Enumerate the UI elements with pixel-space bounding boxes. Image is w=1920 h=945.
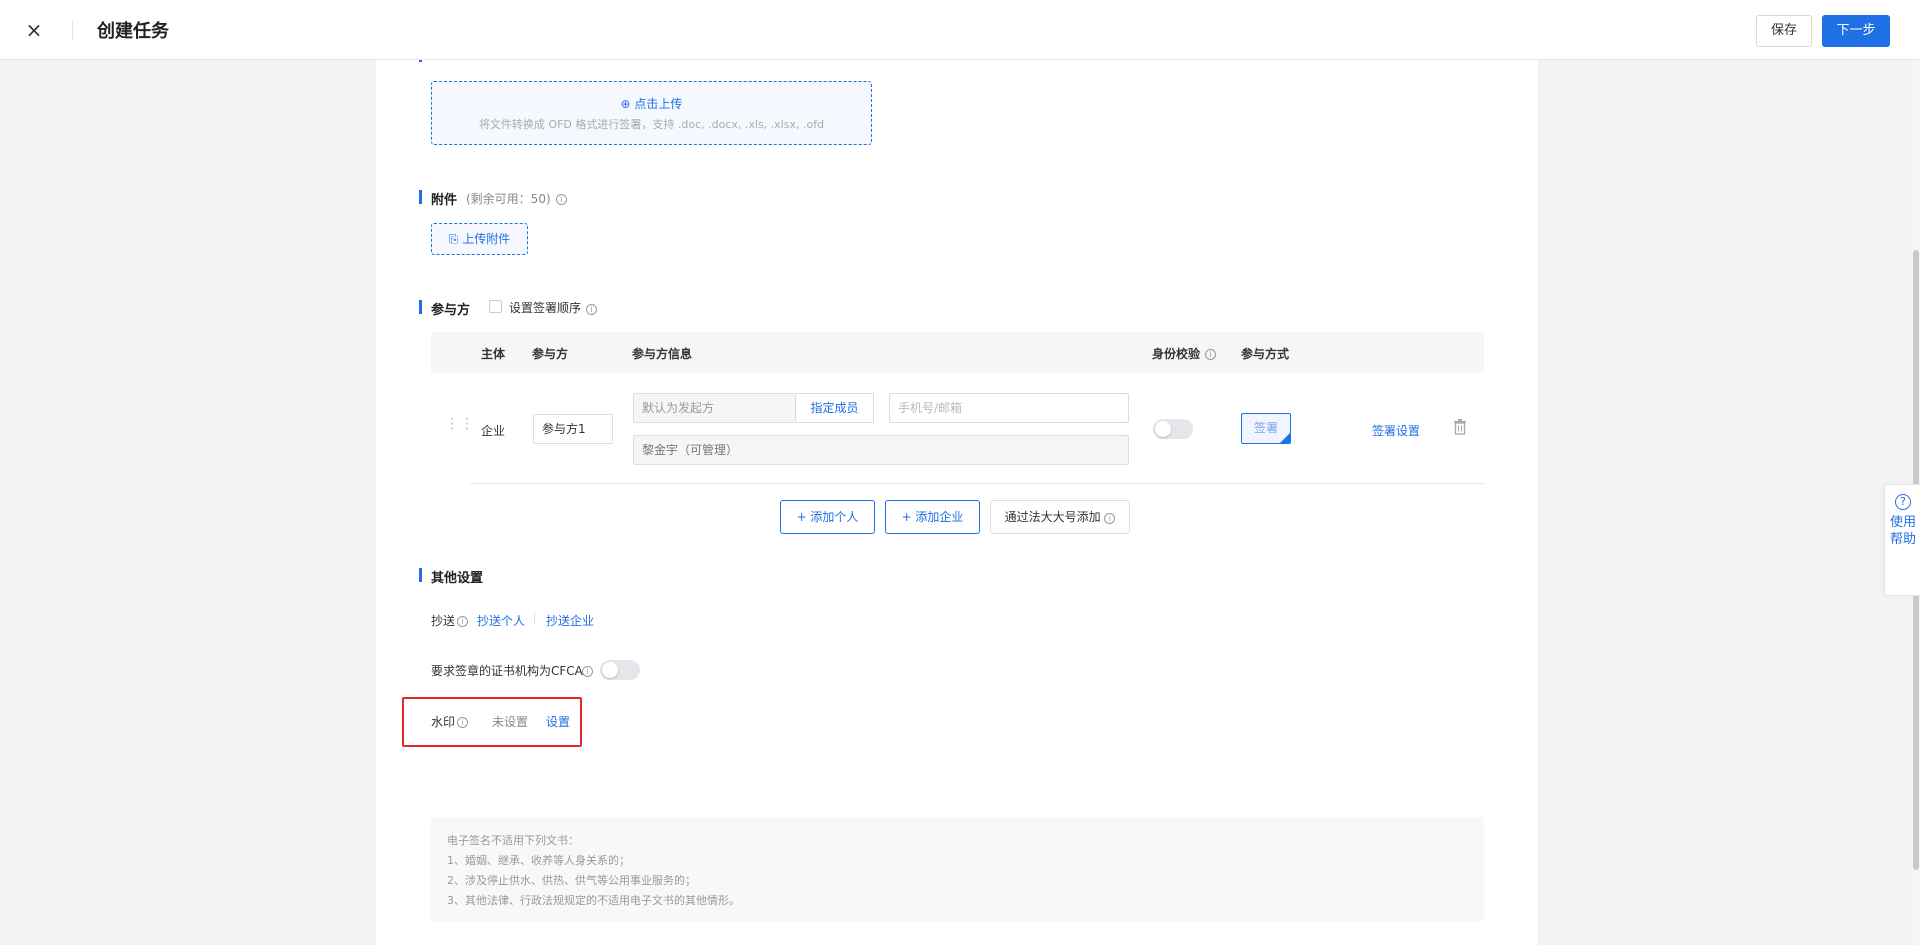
notice-line: 电子签名不适用下列文书： — [447, 834, 579, 847]
assign-member-button[interactable]: 指定成员 — [796, 393, 874, 423]
member-select[interactable]: 黎金宇（可管理） — [633, 435, 1129, 465]
cc-company-link[interactable]: 抄送企业 — [546, 612, 594, 629]
add-via-legal-button[interactable]: 通过法大大号添加 i — [990, 500, 1130, 534]
help-label: 使用帮助 — [1889, 515, 1916, 547]
attachments-remaining: (剩余可用：50) — [466, 192, 551, 206]
add-company-button[interactable]: + 添加企业 — [885, 500, 980, 534]
upload-attachment-button[interactable]: ⎘ 上传附件 — [431, 223, 528, 255]
cc-label: 抄送 — [431, 614, 456, 628]
paperclip-icon: ⎘ — [448, 232, 463, 246]
section-bar — [419, 568, 422, 582]
info-icon[interactable]: i — [457, 613, 468, 628]
section-bar — [419, 300, 422, 314]
header-divider — [72, 20, 73, 40]
section-bar — [419, 190, 422, 204]
contact-input[interactable]: 手机号/邮箱 — [889, 393, 1129, 423]
notice-line: 1、婚姻、继承、收养等人身关系的； — [447, 854, 630, 867]
next-step-button[interactable]: 下一步 — [1822, 15, 1890, 47]
info-icon[interactable]: i — [556, 191, 567, 206]
info-icon[interactable]: i — [1205, 346, 1216, 361]
participants-table-header: 主体 参与方 参与方信息 身份校验 i 参与方式 — [431, 332, 1484, 373]
sign-order-checkbox[interactable] — [489, 300, 502, 313]
cfca-label: 要求签章的证书机构为CFCA — [431, 664, 583, 678]
sign-method-tag[interactable]: 签署 — [1241, 413, 1291, 444]
form-card: ⊕ 点击上传 将文件转换成 OFD 格式进行签署，支持 .doc, .docx,… — [376, 60, 1538, 945]
info-icon[interactable]: i — [586, 301, 597, 316]
cfca-toggle[interactable] — [600, 660, 640, 680]
add-via-legal-label: 通过法大大号添加 — [1004, 510, 1101, 524]
upload-icon: ⊕ — [620, 97, 635, 111]
page-title: 创建任务 — [97, 21, 169, 42]
upload-link-label: 点击上传 — [634, 97, 683, 111]
close-icon[interactable]: × — [22, 18, 46, 42]
legal-notice: 电子签名不适用下列文书： 1、婚姻、继承、收养等人身关系的； 2、涉及停止供水、… — [431, 817, 1484, 921]
help-icon: ? — [1895, 494, 1911, 510]
section-bar — [419, 60, 422, 62]
identity-verification-toggle[interactable] — [1153, 419, 1193, 439]
notice-line: 3、其他法律、行政法规规定的不适用电子文书的其他情形。 — [447, 894, 740, 907]
attachments-title: 附件 — [431, 193, 458, 208]
participants-title: 参与方 — [431, 303, 471, 318]
divider — [534, 613, 535, 625]
upload-attachment-label: 上传附件 — [462, 232, 511, 246]
sign-method-label: 签署 — [1253, 421, 1278, 435]
initiator-field[interactable]: 默认为发起方 — [633, 393, 796, 423]
other-settings-title: 其他设置 — [431, 571, 484, 586]
info-icon[interactable]: i — [582, 663, 593, 678]
top-header: × 创建任务 保存 下一步 — [0, 0, 1920, 60]
drag-handle-icon[interactable]: ⋮⋮ — [445, 417, 475, 431]
save-button[interactable]: 保存 — [1756, 15, 1812, 47]
row-divider — [470, 483, 1484, 484]
column-header: 参与方信息 — [632, 347, 693, 361]
cc-person-link[interactable]: 抄送个人 — [477, 612, 525, 629]
highlight-box — [402, 697, 582, 747]
participant-subject: 企业 — [481, 424, 506, 438]
document-upload-area[interactable]: ⊕ 点击上传 将文件转换成 OFD 格式进行签署，支持 .doc, .docx,… — [431, 81, 872, 145]
sign-order-label: 设置签署顺序 — [509, 301, 582, 315]
sign-settings-link[interactable]: 签署设置 — [1372, 422, 1420, 439]
upload-link[interactable]: ⊕ 点击上传 — [432, 95, 871, 112]
column-header: 主体 — [481, 347, 506, 361]
upload-hint: 将文件转换成 OFD 格式进行签署，支持 .doc, .docx, .xls, … — [478, 118, 825, 131]
participant-name-input[interactable]: 参与方1 — [533, 414, 613, 444]
column-header: 参与方 — [532, 347, 569, 361]
help-tab[interactable]: ? 使用帮助 — [1884, 484, 1920, 596]
add-person-button[interactable]: + 添加个人 — [780, 500, 875, 534]
selected-corner-icon — [1280, 433, 1290, 443]
trash-icon[interactable] — [1453, 419, 1467, 435]
notice-line: 2、涉及停止供水、供热、供气等公用事业服务的； — [447, 874, 696, 887]
column-header: 身份校验 — [1152, 347, 1201, 361]
info-icon: i — [1104, 513, 1116, 524]
column-header: 参与方式 — [1241, 347, 1290, 361]
